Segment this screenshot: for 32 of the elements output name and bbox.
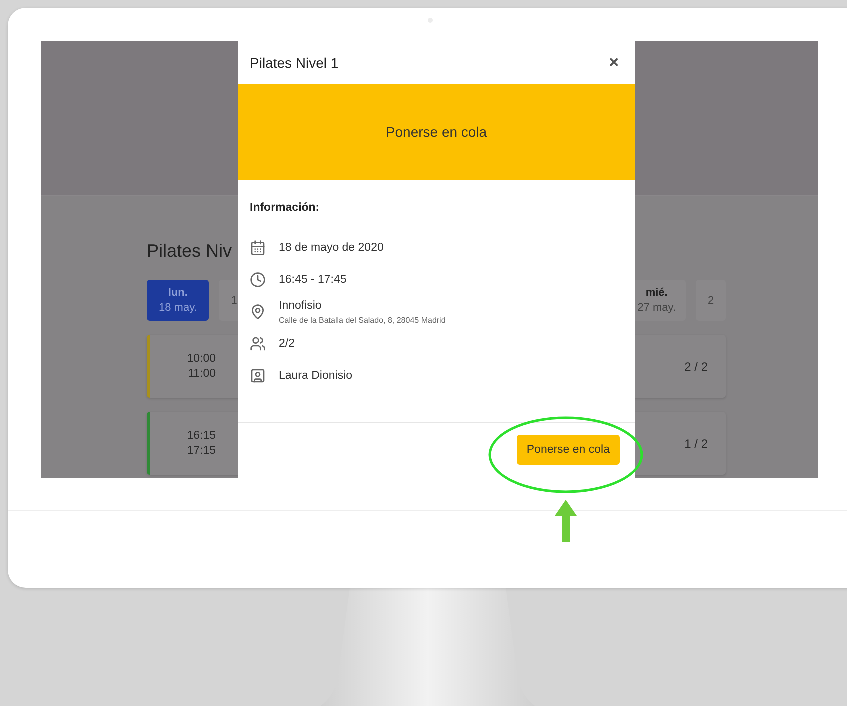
day-tab[interactable]: lun. 18 may.: [147, 280, 210, 321]
date-label: 2: [708, 294, 714, 306]
status-banner: Ponerse en cola: [238, 84, 635, 180]
calendar-icon: [250, 240, 266, 256]
date-label: 27 may.: [638, 302, 676, 314]
detail-text: 2/2: [279, 338, 295, 350]
page-title: Pilates Niv: [147, 241, 232, 262]
close-button[interactable]: ×: [607, 54, 621, 71]
detail-text: Laura Dionisio: [279, 370, 353, 382]
end-time: 17:15: [187, 445, 216, 457]
weekday-label: mié.: [646, 287, 668, 299]
detail-text: Innofisio: [279, 300, 323, 312]
attendance-count: 1 / 2: [684, 436, 708, 450]
join-queue-button[interactable]: Ponerse en cola: [516, 435, 620, 465]
info-heading: Información:: [250, 202, 321, 214]
address-text: Calle de la Batalla del Salado, 8, 28045 Madrid: [279, 316, 446, 324]
start-time: 10:00: [187, 353, 216, 365]
attendance-count: 2 / 2: [684, 360, 708, 374]
weekday-label: lun.: [168, 287, 188, 299]
date-label: 18 may.: [159, 302, 198, 314]
badge-person-icon: [250, 368, 266, 384]
dialog-title: Pilates Nivel 1: [250, 54, 339, 70]
detail-text: 18 de mayo de 2020: [279, 242, 384, 254]
date-label: 1: [231, 294, 238, 306]
end-time: 11:00: [188, 368, 216, 380]
start-time: 16:15: [187, 430, 216, 442]
detail-text: 16:45 - 17:45: [279, 274, 347, 286]
map-pin-icon: [250, 304, 266, 320]
up-arrow-icon: [555, 500, 577, 542]
clock-icon: [250, 272, 266, 288]
day-tab[interactable]: 2: [696, 280, 726, 321]
people-icon: [250, 336, 266, 352]
